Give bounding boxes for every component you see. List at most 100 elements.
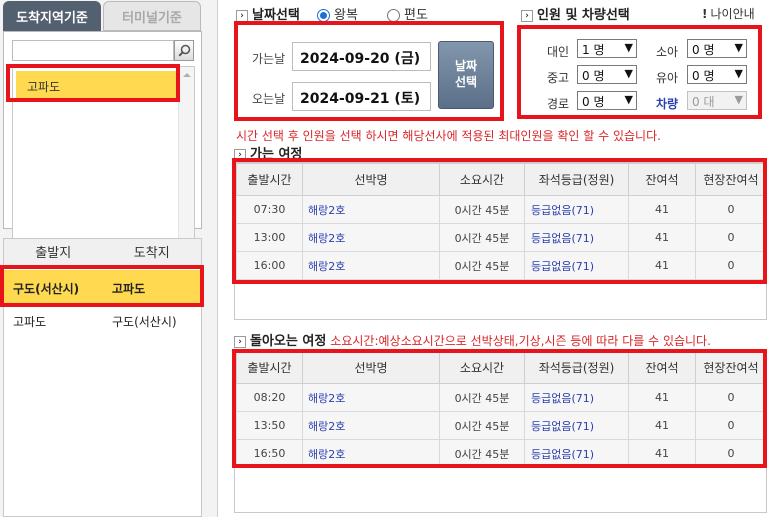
duration: 0시간 45분: [439, 251, 525, 280]
route-from: 고파도: [13, 314, 47, 329]
senior-select[interactable]: 0 명 ▼: [577, 91, 637, 110]
left-panel: 도착지역기준 터미널기준 고파도 출발지 도착지 구도(서산시) 고파도 고파도…: [0, 0, 218, 517]
seat-grade[interactable]: 등급없음(71): [524, 383, 629, 412]
tab-arrival-region[interactable]: 도착지역기준: [3, 1, 101, 31]
remaining-seats: 41: [628, 195, 696, 224]
table-row[interactable]: 13:00 해랑2호 0시간 45분 등급없음(71) 41 0: [236, 223, 767, 252]
inbound-table: 출발시간 선박명 소요시간 좌석등급(정원) 잔여석 현장잔여석 08:20 해…: [236, 351, 767, 468]
tab-terminal[interactable]: 터미널기준: [103, 1, 201, 31]
infant-select[interactable]: 0 명 ▼: [687, 65, 747, 84]
adult-select[interactable]: 1 명 ▼: [577, 39, 637, 58]
search-button[interactable]: [174, 40, 194, 61]
table-row[interactable]: 13:50 해랑2호 0시간 45분 등급없음(71) 41 0: [236, 411, 767, 440]
trip-type-roundtrip[interactable]: 왕복: [317, 4, 358, 23]
col-onsite-remaining: 현장잔여석: [695, 351, 767, 384]
col-ship-name: 선박명: [302, 163, 440, 196]
chevron-down-icon: ▼: [624, 93, 633, 106]
chevron-right-icon: ›: [236, 9, 248, 22]
ship-name[interactable]: 해랑2호: [302, 223, 440, 252]
seat-grade[interactable]: 등급없음(71): [524, 411, 629, 440]
radio-checked-icon[interactable]: [317, 9, 330, 22]
chevron-down-icon: ▼: [624, 67, 633, 80]
vehicle-label: 차량: [656, 97, 679, 111]
remaining-seats: 41: [628, 411, 696, 440]
route-header: 출발지 도착지: [4, 239, 201, 268]
seat-grade[interactable]: 등급없음(71): [524, 223, 629, 252]
ship-name[interactable]: 해랑2호: [302, 251, 440, 280]
seat-grade[interactable]: 등급없음(71): [524, 251, 629, 280]
col-seat-grade: 좌석등급(정원): [524, 351, 629, 384]
pax-section-title: › 인원 및 차량선택: [521, 4, 630, 23]
route-to: 구도(서산시): [112, 314, 177, 329]
search-input[interactable]: [12, 40, 174, 61]
child-select[interactable]: 0 명 ▼: [687, 39, 747, 58]
remaining-seats: 41: [628, 383, 696, 412]
youth-select[interactable]: 0 명 ▼: [577, 65, 637, 84]
duration: 0시간 45분: [439, 223, 525, 252]
ship-name[interactable]: 해랑2호: [302, 383, 440, 412]
child-label: 소아: [656, 45, 679, 59]
outbound-table: 출발시간 선박명 소요시간 좌석등급(정원) 잔여석 현장잔여석 07:30 해…: [236, 163, 767, 280]
depart-time: 13:00: [236, 223, 303, 252]
outbound-title: › 가는 여정: [234, 143, 302, 162]
duration: 0시간 45분: [439, 195, 525, 224]
exclamation-icon: !: [702, 7, 708, 21]
chevron-down-icon: ▼: [624, 41, 633, 54]
depart-date-field[interactable]: 2024-09-20 (금): [292, 42, 431, 71]
route-row[interactable]: 고파도 구도(서산시): [4, 303, 201, 339]
onsite-remaining: 0: [695, 195, 767, 224]
seat-grade[interactable]: 등급없음(71): [524, 195, 629, 224]
remaining-seats: 41: [628, 223, 696, 252]
ship-name[interactable]: 해랑2호: [302, 195, 440, 224]
region-search-panel: 고파도: [3, 31, 202, 250]
onsite-remaining: 0: [695, 223, 767, 252]
notice-text: 시간 선택 후 인원을 선택 하시면 해당선사에 적용된 최대인원을 확인 할 …: [236, 129, 661, 143]
col-remaining: 잔여석: [628, 351, 696, 384]
list-scrollbar[interactable]: [178, 67, 194, 249]
ship-name[interactable]: 해랑2호: [302, 439, 440, 468]
duration: 0시간 45분: [439, 411, 525, 440]
table-row[interactable]: 16:00 해랑2호 0시간 45분 등급없음(71) 41 0: [236, 251, 767, 280]
scroll-up-icon[interactable]: [180, 69, 194, 81]
col-depart-time: 출발시간: [236, 163, 303, 196]
col-ship-name: 선박명: [302, 351, 440, 384]
age-guide-link[interactable]: ! 나이안내: [702, 5, 755, 22]
onsite-remaining: 0: [695, 439, 767, 468]
select-date-button[interactable]: 날짜 선택: [438, 41, 494, 109]
radio-unchecked-icon[interactable]: [387, 9, 400, 22]
list-item[interactable]: 고파도: [16, 71, 179, 101]
table-row[interactable]: 07:30 해랑2호 0시간 45분 등급없음(71) 41 0: [236, 195, 767, 224]
depart-label: 가는날: [252, 52, 286, 66]
inbound-note: 소요시간:예상소요시간으로 선박상태,기상,시즌 등에 따라 다를 수 있습니다…: [330, 334, 711, 348]
onsite-remaining: 0: [695, 383, 767, 412]
return-label: 오는날: [252, 92, 286, 106]
seat-grade[interactable]: 등급없음(71): [524, 439, 629, 468]
vehicle-select: 0 대 ▼: [687, 91, 747, 110]
chevron-right-icon: ›: [234, 148, 246, 161]
senior-label: 경로: [547, 97, 570, 111]
col-duration: 소요시간: [439, 351, 525, 384]
search-icon: [177, 44, 190, 57]
ship-name[interactable]: 해랑2호: [302, 411, 440, 440]
depart-time: 16:50: [236, 439, 303, 468]
col-remaining: 잔여석: [628, 163, 696, 196]
col-seat-grade: 좌석등급(정원): [524, 163, 629, 196]
remaining-seats: 41: [628, 251, 696, 280]
col-onsite-remaining: 현장잔여석: [695, 163, 767, 196]
table-row[interactable]: 08:20 해랑2호 0시간 45분 등급없음(71) 41 0: [236, 383, 767, 412]
depart-time: 07:30: [236, 195, 303, 224]
youth-label: 중고: [547, 71, 570, 85]
route-list: 출발지 도착지 구도(서산시) 고파도 고파도 구도(서산시): [3, 238, 202, 517]
trip-type-oneway[interactable]: 편도: [387, 4, 428, 23]
table-header-row: 출발시간 선박명 소요시간 좌석등급(정원) 잔여석 현장잔여석: [236, 163, 767, 196]
route-row-selected[interactable]: 구도(서산시) 고파도: [4, 270, 201, 306]
chevron-down-icon: ▼: [734, 93, 743, 106]
table-row[interactable]: 16:50 해랑2호 0시간 45분 등급없음(71) 41 0: [236, 439, 767, 468]
onsite-remaining: 0: [695, 411, 767, 440]
region-list: 고파도: [12, 66, 195, 250]
col-depart-time: 출발시간: [236, 351, 303, 384]
date-section-title: › 날짜선택: [236, 4, 300, 23]
return-date-field[interactable]: 2024-09-21 (토): [292, 82, 431, 111]
select-date-label-1: 날짜: [454, 59, 478, 73]
duration: 0시간 45분: [439, 383, 525, 412]
